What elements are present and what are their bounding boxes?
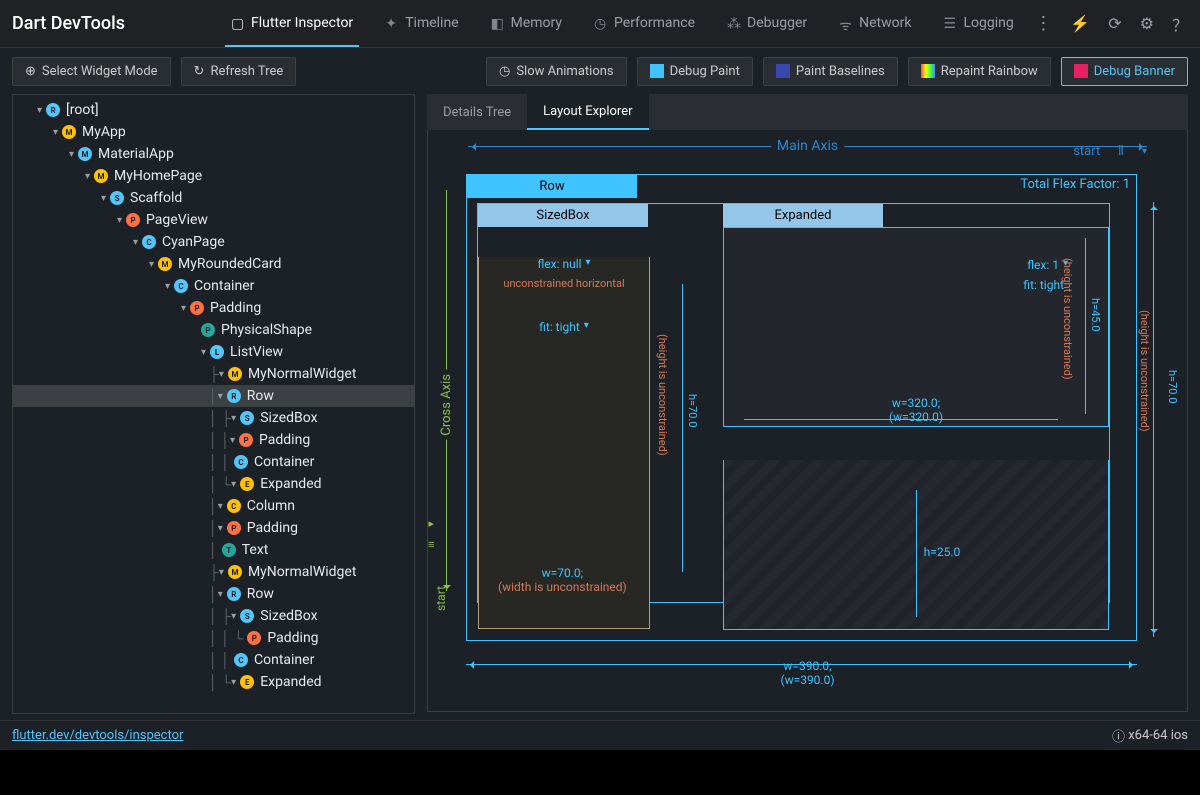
- target-icon: ⊕: [25, 64, 36, 79]
- outer-height-unconstrained: (height is unconstrained): [1138, 310, 1151, 432]
- overflow-icon[interactable]: ⋮: [1034, 13, 1052, 34]
- w320-label: w=320.0;: [889, 396, 943, 410]
- slow-animations-button[interactable]: ◷Slow Animations: [486, 57, 627, 86]
- layout-canvas: Main Axis start ⦀ ▾ Cross Axis ▸ ≡ start…: [427, 130, 1188, 712]
- gear-icon[interactable]: ⚙: [1140, 14, 1154, 33]
- reload-icon[interactable]: ⟳: [1108, 14, 1121, 33]
- cross-play-icon[interactable]: ▸: [428, 517, 434, 530]
- wifi-icon: ᯤ: [839, 16, 853, 30]
- app-title: Dart DevTools: [12, 13, 125, 34]
- tree-row-container[interactable]: │ │ CContainer: [13, 649, 414, 671]
- help-icon[interactable]: ？: [1172, 12, 1188, 36]
- refresh-icon: ↻: [194, 64, 205, 79]
- tree-row-expanded[interactable]: │ └ ▾EExpanded: [13, 671, 414, 693]
- repaint-rainbow-button[interactable]: Repaint Rainbow: [908, 57, 1051, 86]
- main-axis-align-icon[interactable]: ⦀: [1118, 144, 1124, 159]
- main-axis-label: Main Axis: [771, 138, 844, 154]
- chevron-down-icon[interactable]: ▾: [1142, 146, 1147, 157]
- timeline-icon: ✦: [385, 16, 399, 30]
- debug-paint-button[interactable]: Debug Paint: [637, 57, 753, 86]
- tree-row-myhomepage[interactable]: ▾MMyHomePage: [13, 165, 414, 187]
- info-icon: ⓘ: [1112, 726, 1125, 745]
- main-axis-alignment-dropdown[interactable]: start: [1073, 144, 1100, 159]
- tree-row-myapp[interactable]: ▾MMyApp: [13, 121, 414, 143]
- tree-row-container[interactable]: │ │ CContainer: [13, 451, 414, 473]
- debug-paint-swatch: [650, 64, 664, 78]
- cross-axis-alignment-dropdown[interactable]: start: [434, 586, 448, 611]
- w390-label: w=390.0;: [780, 659, 834, 673]
- logging-icon: ☰: [943, 16, 957, 30]
- h70-label: h=70.0: [686, 394, 699, 428]
- tree-row-padding[interactable]: │ ▾PPadding: [13, 517, 414, 539]
- height-unconstrained-label: (height is unconstrained): [656, 334, 669, 456]
- widget-tree[interactable]: ▾R[root]▾MMyApp▾MMaterialApp▾MMyHomePage…: [12, 94, 415, 714]
- tree-row-materialapp[interactable]: ▾MMaterialApp: [13, 143, 414, 165]
- clock-icon: ◷: [499, 64, 510, 79]
- banner-swatch: [1074, 64, 1088, 78]
- paint-baselines-button[interactable]: Paint Baselines: [763, 57, 898, 86]
- rainbow-swatch: [921, 64, 935, 78]
- bug-icon: ⁂: [727, 16, 741, 30]
- cross-align-icon[interactable]: ≡: [428, 538, 434, 551]
- tree-row-row[interactable]: │ ▾RRow: [13, 583, 414, 605]
- tree-row-expanded[interactable]: │ └ ▾EExpanded: [13, 473, 414, 495]
- outer-h70-label: h=70.0: [1166, 370, 1179, 404]
- width-unconstrained-label: (width is unconstrained): [498, 580, 627, 594]
- tree-row-root[interactable]: ▾R[root]: [13, 99, 414, 121]
- tab-logging[interactable]: ☰Logging: [937, 1, 1019, 47]
- tree-row-row[interactable]: │ ▾RRow: [13, 385, 414, 407]
- w70-label: w=70.0;: [498, 566, 627, 580]
- tree-row-scaffold[interactable]: ▾SScaffold: [13, 187, 414, 209]
- tree-row-pageview[interactable]: ▾PPageView: [13, 209, 414, 231]
- tree-row-listview[interactable]: ▾LListView: [13, 341, 414, 363]
- total-flex-factor: Total Flex Factor: 1: [1020, 177, 1130, 192]
- tab-debugger[interactable]: ⁂Debugger: [721, 1, 813, 47]
- tree-row-mynormalwidget[interactable]: ├ ▾MMyNormalWidget: [13, 561, 414, 583]
- fit-dropdown[interactable]: fit: tight▾: [479, 320, 649, 334]
- tree-row-container[interactable]: ▾CContainer: [13, 275, 414, 297]
- unconstrained-label: unconstrained horizontal: [479, 277, 649, 290]
- footer-status: x64-64 ios: [1128, 728, 1188, 743]
- paint-baselines-swatch: [776, 64, 790, 78]
- tab-timeline[interactable]: ✦Timeline: [379, 1, 464, 47]
- row-widget-header[interactable]: Row: [467, 175, 637, 198]
- tree-row-physicalshape[interactable]: PPhysicalShape: [13, 319, 414, 341]
- memory-icon: ◧: [491, 16, 505, 30]
- tab-network[interactable]: ᯤNetwork: [833, 1, 917, 47]
- bolt-icon[interactable]: ⚡: [1070, 14, 1090, 33]
- tree-row-myroundedcard[interactable]: ▾MMyRoundedCard: [13, 253, 414, 275]
- subtab-layout-explorer[interactable]: Layout Explorer: [527, 94, 648, 130]
- tab-flutter-inspector[interactable]: ▢Flutter Inspector: [225, 1, 359, 47]
- tree-row-column[interactable]: │ ▾CColumn: [13, 495, 414, 517]
- cross-axis-label: Cross Axis: [439, 370, 454, 440]
- debug-banner-button[interactable]: Debug Banner: [1061, 57, 1188, 86]
- tree-row-padding[interactable]: │ │ ▾PPadding: [13, 429, 414, 451]
- h45-label: h=45.0: [1089, 298, 1102, 332]
- fit-label-expanded: fit: tight: [724, 278, 1064, 292]
- tree-row-sizedbox[interactable]: │ ├ ▾SSizedBox: [13, 605, 414, 627]
- height-unconstrained-label-2: (height is unconstrained): [1061, 258, 1074, 380]
- tree-row-mynormalwidget[interactable]: ├ ▾MMyNormalWidget: [13, 363, 414, 385]
- expanded-widget[interactable]: Expanded flex: 1▾ fit: tight h=45.0 (hei…: [723, 204, 1109, 602]
- tree-row-padding[interactable]: │ │ └ PPadding: [13, 627, 414, 649]
- refresh-tree-button[interactable]: ↻Refresh Tree: [181, 57, 297, 86]
- tree-row-sizedbox[interactable]: │ ├ ▾SSizedBox: [13, 407, 414, 429]
- flex-dropdown-expanded[interactable]: flex: 1▾: [724, 258, 1068, 272]
- performance-icon: ◷: [594, 16, 608, 30]
- flex-dropdown[interactable]: flex: null▾: [479, 257, 649, 271]
- h25-label: h=25.0: [924, 545, 961, 559]
- tree-row-cyanpage[interactable]: ▾CCyanPage: [13, 231, 414, 253]
- tree-row-text[interactable]: │ TText: [13, 539, 414, 561]
- subtab-details-tree[interactable]: Details Tree: [427, 94, 527, 130]
- sizedbox-widget[interactable]: SizedBox flex: null▾ unconstrained horiz…: [478, 204, 713, 602]
- tab-memory[interactable]: ◧Memory: [485, 1, 568, 47]
- nav-tabs: ▢Flutter Inspector ✦Timeline ◧Memory ◷Pe…: [225, 1, 1034, 47]
- tab-performance[interactable]: ◷Performance: [588, 1, 701, 47]
- select-widget-button[interactable]: ⊕Select Widget Mode: [12, 57, 171, 86]
- tree-row-padding[interactable]: ▾PPadding: [13, 297, 414, 319]
- footer-link[interactable]: flutter.dev/devtools/inspector: [12, 728, 183, 743]
- phone-icon: ▢: [231, 16, 245, 30]
